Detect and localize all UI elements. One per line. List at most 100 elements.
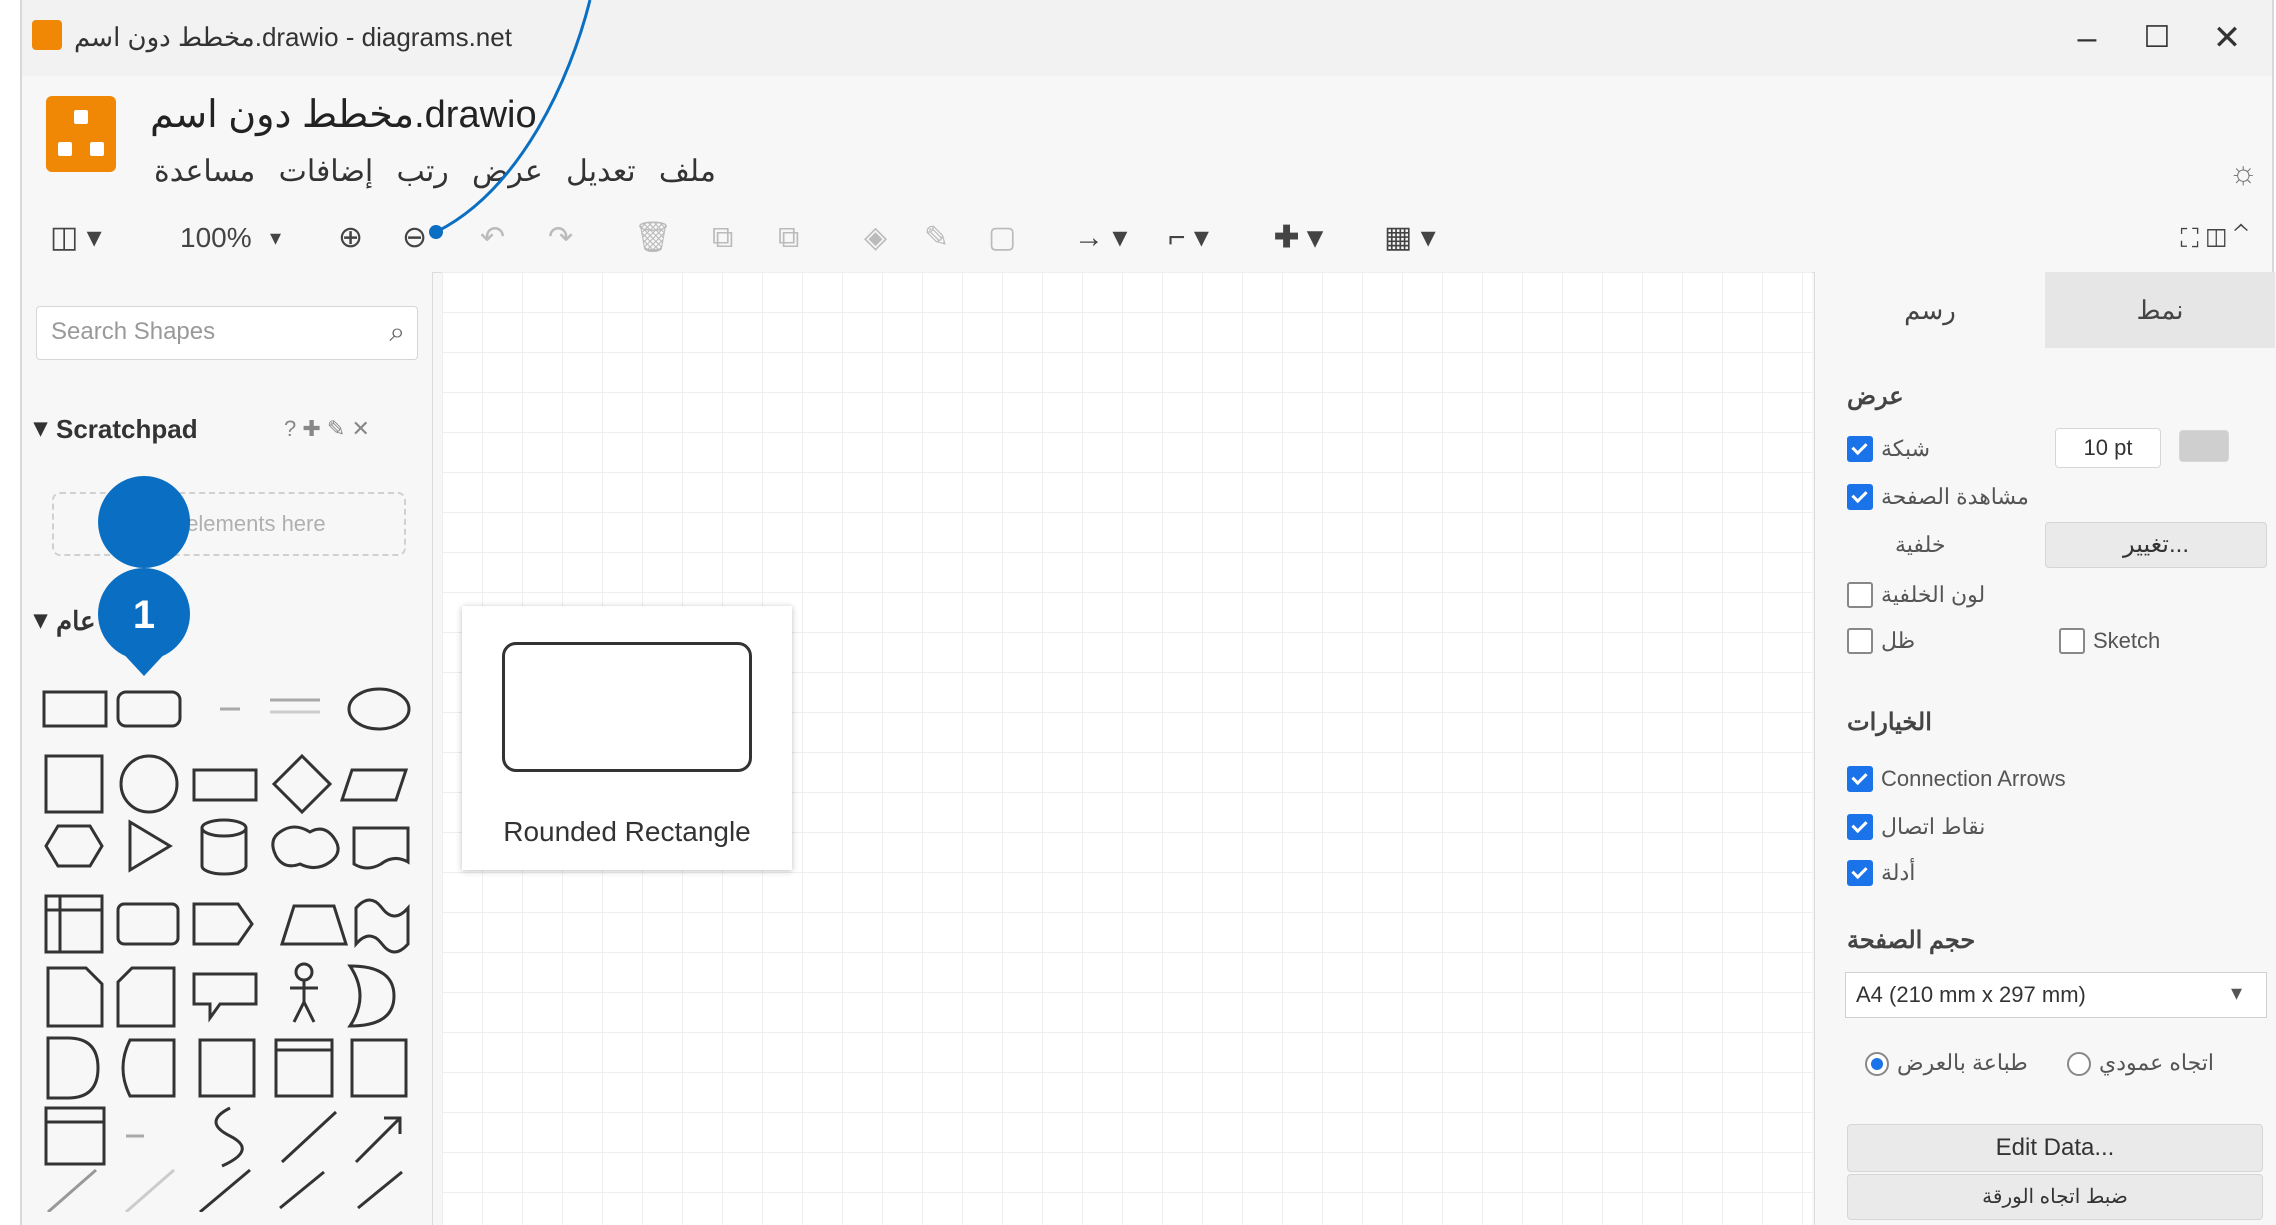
shape-rectangle[interactable] [42, 690, 108, 728]
shape-cloud[interactable] [271, 825, 340, 869]
waypoints-icon[interactable]: ⌐ ▾ [1168, 216, 1209, 260]
connection-arrows-checkbox[interactable] [1847, 766, 1873, 792]
search-icon[interactable]: ⌕ [389, 316, 405, 349]
document-title[interactable]: مخطط دون اسم.drawio [150, 92, 537, 137]
guides-label: أدلة [1881, 860, 1916, 885]
shape-diamond[interactable] [271, 753, 333, 815]
shape-directional-connector[interactable] [357, 1170, 403, 1210]
grid-size-input[interactable]: 10 pt [2055, 428, 2161, 468]
portrait-radio[interactable] [1865, 1052, 1889, 1076]
menu-arrange[interactable]: رتب [393, 154, 453, 189]
landscape-radio[interactable] [2067, 1052, 2091, 1076]
page-view-checkbox[interactable] [1847, 484, 1873, 510]
menu-extras[interactable]: إضافات [275, 154, 378, 189]
connection-icon[interactable]: → ▾ [1074, 216, 1127, 260]
search-box: ⌕ [36, 306, 418, 360]
insert-icon[interactable]: ✚ ▾ [1274, 216, 1323, 260]
sketch-checkbox[interactable] [2059, 628, 2085, 654]
zoom-out-icon[interactable]: ⊖ [402, 216, 427, 260]
fill-color-icon[interactable]: ◈ [864, 216, 887, 260]
shape-card[interactable] [116, 966, 176, 1028]
shape-swimlane[interactable] [350, 1038, 408, 1098]
toolbar: ◫ ▾ 100% ▾ ⊕ ⊖ ↶ ↷ 🗑 ⧉ ⧉ ◈ ✎ ▢ → ▾ ⌐ ▾ ✚… [22, 206, 2272, 273]
shape-rounded-rectangle[interactable] [116, 690, 182, 728]
shape-internal-storage[interactable] [44, 894, 104, 954]
shape-process[interactable] [192, 768, 258, 802]
general-section-title[interactable]: عام [56, 606, 96, 637]
menu-view[interactable]: عرض [468, 154, 547, 189]
maximize-button[interactable]: ☐ [2122, 8, 2192, 68]
tab-diagram[interactable]: رسم [1815, 272, 2045, 348]
shape-parallelogram[interactable] [339, 768, 409, 802]
menu-help[interactable]: مساعدة [150, 154, 259, 189]
edit-data-button[interactable]: Edit Data... [1847, 1124, 2263, 1172]
guides-checkbox[interactable] [1847, 860, 1873, 886]
connection-points-checkbox[interactable] [1847, 814, 1873, 840]
menu-edit[interactable]: تعديل [562, 154, 640, 189]
table-icon[interactable]: ▦ ▾ [1384, 216, 1436, 260]
shape-curve[interactable] [214, 1106, 244, 1168]
menu-file[interactable]: ملف [655, 154, 720, 189]
paper-size-chevron-down-icon[interactable]: ▾ [2231, 980, 2242, 1006]
shape-frame[interactable] [274, 1038, 334, 1098]
shape-cube[interactable] [116, 902, 180, 946]
fullscreen-icon[interactable]: ⛶ ◫ ⌃ [2181, 216, 2249, 260]
background-color-checkbox[interactable] [1847, 582, 1873, 608]
shape-connector[interactable] [279, 1170, 325, 1210]
shadow-icon[interactable]: ▢ [988, 216, 1016, 260]
shape-dotted-line[interactable] [125, 1168, 175, 1212]
shape-delay[interactable] [46, 1036, 100, 1100]
shape-callout[interactable] [192, 972, 258, 1023]
shape-list[interactable] [44, 1106, 106, 1166]
shape-circle[interactable] [119, 754, 179, 814]
theme-icon[interactable]: ☼ [2229, 154, 2258, 191]
shape-actor[interactable] [294, 962, 314, 982]
redo-icon[interactable]: ↷ [548, 216, 573, 260]
zoom-in-icon[interactable]: ⊕ [338, 216, 363, 260]
shape-arrow[interactable] [354, 1116, 402, 1164]
line-color-icon[interactable]: ✎ [924, 216, 949, 260]
shape-dashed-line[interactable] [47, 1168, 97, 1212]
options-section-title: الخيارات [1847, 709, 1932, 736]
shape-triangle[interactable] [128, 819, 173, 873]
shape-note[interactable] [46, 966, 104, 1028]
grid-color-swatch[interactable] [2179, 430, 2229, 462]
sketch-label: Sketch [2093, 628, 2161, 653]
minimize-button[interactable]: – [2052, 8, 2122, 68]
delete-icon[interactable]: 🗑 [634, 216, 672, 260]
edit-style-button[interactable]: ضبط اتجاه الورقة [1847, 1174, 2263, 1220]
paper-size-select[interactable]: A4 (210 mm x 297 mm) [1845, 972, 2267, 1018]
zoom-dropdown-icon[interactable]: ▾ [270, 216, 281, 260]
zoom-select[interactable]: 100% [180, 216, 252, 260]
shadow-checkbox[interactable] [1847, 628, 1873, 654]
format-panel-icon[interactable]: ◫ ▾ [50, 216, 102, 260]
search-input[interactable] [49, 317, 373, 347]
shape-bidirectional-arrow[interactable] [280, 1110, 338, 1164]
to-back-icon[interactable]: ⧉ [778, 216, 799, 260]
shape-container[interactable] [198, 1038, 256, 1098]
tab-style[interactable]: نمط [2045, 272, 2275, 348]
shape-cylinder[interactable] [200, 818, 248, 876]
shape-ellipse[interactable] [347, 687, 411, 731]
shape-square[interactable] [44, 754, 104, 814]
scratchpad-dropzone[interactable]: Drag elements here [52, 492, 406, 556]
landscape-label: اتجاه عمودي [2099, 1050, 2215, 1075]
grid-checkbox[interactable] [1847, 436, 1873, 462]
shape-link[interactable] [199, 1168, 251, 1212]
shape-trapezoid[interactable] [279, 904, 349, 946]
shape-or[interactable] [347, 964, 396, 1028]
to-front-icon[interactable]: ⧉ [712, 216, 733, 260]
shape-step[interactable] [192, 902, 254, 946]
scratchpad-actions-icon[interactable]: ? ✚ ✎ ✕ [284, 416, 370, 442]
undo-icon[interactable]: ↶ [480, 216, 505, 260]
scratchpad-chevron-icon[interactable]: ▾ [34, 412, 47, 443]
shape-tape[interactable] [354, 898, 410, 954]
change-background-button[interactable]: تغيير... [2045, 522, 2267, 568]
close-button[interactable]: ✕ [2192, 8, 2262, 68]
view-section-title: عرض [1847, 383, 1904, 410]
general-chevron-icon[interactable]: ▾ [34, 604, 47, 635]
scratchpad-title[interactable]: Scratchpad [56, 414, 198, 445]
shape-document[interactable] [352, 826, 410, 870]
shape-hexagon[interactable] [44, 824, 104, 868]
shape-data-storage[interactable] [121, 1038, 176, 1098]
